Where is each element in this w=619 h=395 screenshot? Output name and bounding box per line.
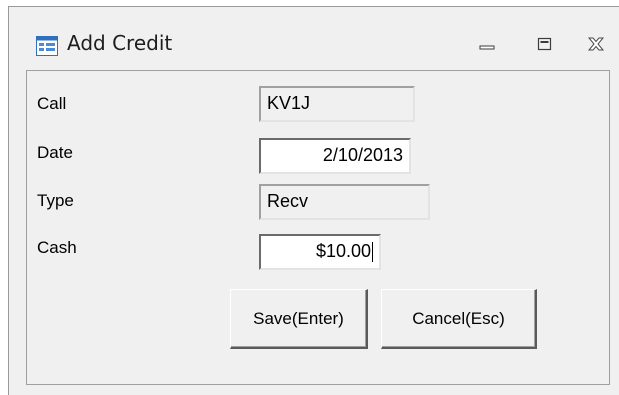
- maximize-button[interactable]: [525, 29, 565, 59]
- minimize-icon: [479, 45, 495, 50]
- date-field[interactable]: 2/10/2013: [259, 138, 411, 174]
- type-value: Recv: [267, 191, 309, 211]
- type-field[interactable]: Recv: [259, 184, 430, 220]
- minimize-button[interactable]: [468, 29, 508, 59]
- close-button[interactable]: [577, 29, 617, 59]
- form-area: Call KV1J Date 2/10/2013 Type Recv Cash …: [26, 70, 610, 385]
- add-credit-window: Add Credit Call KV1J Date 2/10/2013 Type…: [8, 6, 619, 395]
- title-bar[interactable]: Add Credit: [9, 7, 619, 71]
- cash-label: Cash: [37, 238, 77, 257]
- cash-value: $10.00: [315, 241, 371, 261]
- date-label: Date: [37, 143, 73, 162]
- maximize-icon: [537, 37, 552, 51]
- text-caret: [372, 242, 373, 263]
- call-label: Call: [37, 94, 67, 113]
- save-button[interactable]: Save(Enter): [230, 289, 368, 349]
- cancel-button[interactable]: Cancel(Esc): [381, 289, 537, 349]
- date-value: 2/10/2013: [322, 145, 403, 165]
- type-label: Type: [37, 191, 74, 210]
- close-icon: [587, 37, 605, 51]
- cash-field[interactable]: $10.00: [259, 234, 381, 270]
- form-icon: [36, 36, 58, 56]
- window-title: Add Credit: [67, 31, 173, 55]
- call-field[interactable]: KV1J: [259, 86, 415, 122]
- call-value: KV1J: [267, 93, 311, 113]
